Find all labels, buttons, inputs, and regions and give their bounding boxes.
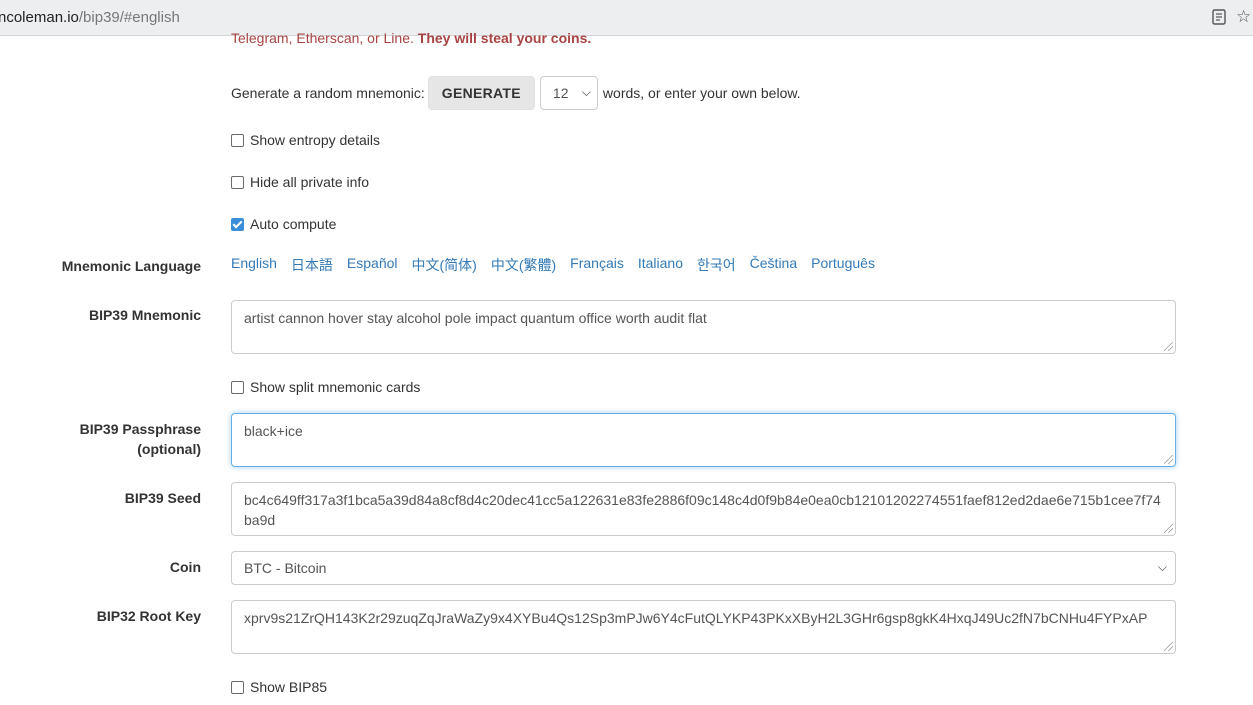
- passphrase-label: BIP39 Passphrase (optional): [40, 419, 201, 459]
- browser-address-bar[interactable]: ncoleman.io/bip39/#english ☆: [0, 0, 1253, 36]
- auto-compute-checkbox[interactable]: [231, 217, 244, 231]
- resize-grip-icon[interactable]: [1164, 455, 1173, 464]
- show-entropy-option: Show entropy details: [231, 132, 380, 148]
- resize-grip-icon[interactable]: [1164, 342, 1173, 351]
- language-links: English 日本語 Español 中文(简体) 中文(繁體) França…: [231, 255, 889, 275]
- chevron-down-icon: ⌵: [581, 85, 591, 99]
- root-key-textarea[interactable]: xprv9s21ZrQH143K2r29zuqZqJraWaZy9x4XYBu4…: [231, 600, 1176, 654]
- language-link-korean[interactable]: 한국어: [697, 255, 736, 275]
- warning-text: Telegram, Etherscan, or Line.: [231, 30, 418, 46]
- word-count-value: 12: [552, 85, 569, 101]
- bip39-mnemonic-textarea[interactable]: artist cannon hover stay alcohol pole im…: [231, 300, 1176, 354]
- language-link-japanese[interactable]: 日本語: [291, 255, 333, 275]
- language-link-english[interactable]: English: [231, 255, 277, 275]
- resize-grip-icon[interactable]: [1164, 642, 1173, 651]
- split-cards-option: Show split mnemonic cards: [231, 379, 420, 395]
- split-cards-checkbox[interactable]: [231, 380, 244, 394]
- language-link-french[interactable]: Français: [570, 255, 624, 275]
- url-path: /bip39/#english: [78, 9, 180, 26]
- coin-selected-value: BTC - Bitcoin: [244, 560, 327, 576]
- bip39-seed-value: bc4c649ff317a3f1bca5a39d84a8cf8d4c20dec4…: [244, 492, 1161, 528]
- resize-grip-icon[interactable]: [1164, 524, 1173, 533]
- language-link-chinese-traditional[interactable]: 中文(繁體): [491, 255, 556, 275]
- bip85-label[interactable]: Show BIP85: [250, 679, 327, 695]
- bip39-seed-textarea[interactable]: bc4c649ff317a3f1bca5a39d84a8cf8d4c20dec4…: [231, 482, 1176, 536]
- root-key-label: BIP32 Root Key: [96, 608, 201, 624]
- passphrase-label-line2: (optional): [137, 441, 201, 457]
- generate-row: Generate a random mnemonic: GENERATE 12 …: [231, 76, 801, 110]
- language-link-czech[interactable]: Čeština: [750, 255, 797, 275]
- word-count-select[interactable]: 12 ⌵: [539, 76, 598, 110]
- bookmark-star-icon[interactable]: ☆: [1236, 7, 1251, 27]
- hide-private-label[interactable]: Hide all private info: [250, 174, 369, 190]
- reader-view-icon[interactable]: [1212, 9, 1226, 25]
- passphrase-label-line1: BIP39 Passphrase: [79, 421, 201, 437]
- generate-button[interactable]: GENERATE: [427, 76, 535, 110]
- language-link-spanish[interactable]: Español: [347, 255, 398, 275]
- split-cards-label[interactable]: Show split mnemonic cards: [250, 379, 420, 395]
- language-link-portuguese[interactable]: Português: [811, 255, 875, 275]
- auto-compute-label[interactable]: Auto compute: [250, 216, 336, 232]
- generate-prefix: Generate a random mnemonic:: [231, 85, 425, 101]
- url-host: ncoleman.io: [0, 9, 79, 26]
- bip85-checkbox[interactable]: [231, 680, 244, 694]
- hide-private-checkbox[interactable]: [231, 175, 244, 189]
- auto-compute-option: Auto compute: [231, 216, 336, 232]
- passphrase-textarea[interactable]: black+ice: [231, 413, 1176, 467]
- bip39-mnemonic-label: BIP39 Mnemonic: [88, 307, 201, 323]
- phishing-warning: Telegram, Etherscan, or Line. They will …: [231, 30, 591, 46]
- hide-private-option: Hide all private info: [231, 174, 369, 190]
- language-link-italian[interactable]: Italiano: [638, 255, 683, 275]
- passphrase-value: black+ice: [244, 423, 303, 439]
- coin-select[interactable]: BTC - Bitcoin ⌵: [231, 551, 1176, 585]
- chevron-down-icon: ⌵: [1157, 560, 1167, 574]
- bip39-seed-label: BIP39 Seed: [124, 490, 201, 506]
- show-entropy-label[interactable]: Show entropy details: [250, 132, 380, 148]
- bip39-mnemonic-value: artist cannon hover stay alcohol pole im…: [244, 310, 707, 326]
- bip85-option: Show BIP85: [231, 679, 327, 695]
- show-entropy-checkbox[interactable]: [231, 133, 244, 147]
- language-link-chinese-simplified[interactable]: 中文(简体): [412, 255, 477, 275]
- url-text[interactable]: ncoleman.io/bip39/#english: [0, 9, 180, 26]
- generate-suffix: words, or enter your own below.: [602, 85, 801, 101]
- mnemonic-language-label: Mnemonic Language: [61, 258, 201, 274]
- root-key-value: xprv9s21ZrQH143K2r29zuqZqJraWaZy9x4XYBu4…: [244, 610, 1148, 626]
- coin-label: Coin: [169, 559, 201, 575]
- warning-bold: They will steal your coins.: [417, 30, 592, 46]
